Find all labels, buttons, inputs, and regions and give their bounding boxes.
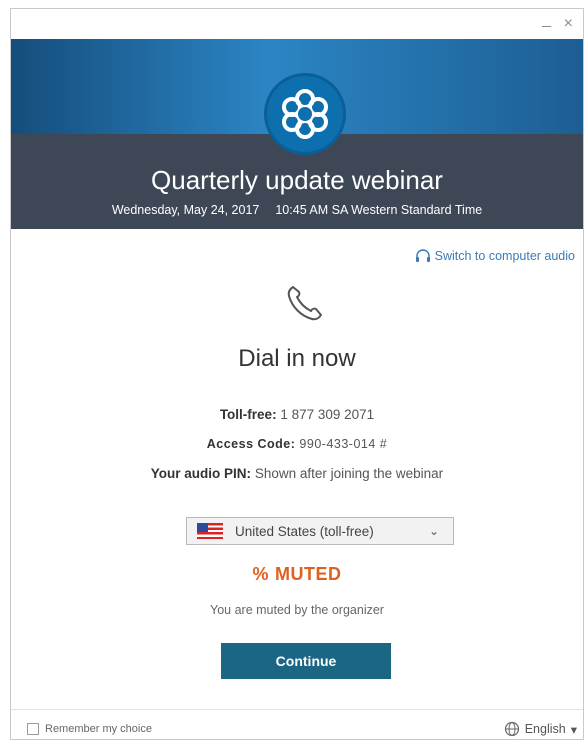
dialog-window: _ × Quarterly update webinar Wednesday, … — [10, 8, 584, 740]
muted-subtext: You are muted by the organizer — [210, 603, 384, 617]
toll-free-row: Toll-free: 1 877 309 2071 — [11, 407, 583, 422]
continue-button[interactable]: Continue — [221, 643, 391, 679]
country-dropdown[interactable]: United States (toll-free) ⌄ — [186, 517, 454, 545]
audio-pin-value: Shown after joining the webinar — [254, 466, 444, 481]
muted-label: MUTED — [275, 564, 342, 584]
webinar-banner: Quarterly update webinar Wednesday, May … — [11, 39, 583, 229]
switch-to-computer-audio-link[interactable]: Switch to computer audio — [415, 249, 575, 263]
access-code-row: Access Code: 990-433-014 # — [11, 437, 583, 451]
webinar-datetime: Wednesday, May 24, 2017 10:45 AM SA Weste… — [11, 203, 583, 217]
country-selected-value: United States (toll-free) — [235, 523, 374, 539]
access-code-label: Access Code: — [206, 437, 296, 451]
checkbox-box[interactable] — [27, 723, 39, 735]
language-label: English — [524, 722, 566, 736]
caret-down-icon: ▾ — [570, 722, 577, 737]
switch-audio-label: Switch to computer audio — [434, 249, 575, 263]
webinar-title: Quarterly update webinar — [151, 165, 443, 195]
language-selector[interactable]: English ▾ — [504, 721, 577, 737]
flower-logo-icon — [267, 76, 343, 152]
close-button[interactable]: × — [564, 15, 573, 33]
chevron-down-icon: ⌄ — [428, 524, 439, 538]
audio-pin-label: Your audio PIN: — [150, 466, 252, 481]
toll-free-label: Toll-free: — [219, 407, 277, 422]
phone-icon — [287, 286, 322, 321]
toll-free-number: 1 877 309 2071 — [280, 407, 375, 422]
access-code-value: 990-433-014 # — [299, 437, 388, 451]
audio-pin-row: Your audio PIN: Shown after joining the … — [11, 466, 583, 481]
headset-icon — [415, 249, 430, 262]
muted-status: % MUTED — [11, 564, 583, 585]
minimize-button[interactable]: _ — [542, 11, 551, 29]
percent-muted-icon: % — [252, 564, 269, 584]
title-bar: _ × — [11, 9, 583, 39]
footer-divider — [11, 709, 583, 710]
globe-icon — [504, 721, 519, 737]
remember-choice-label: Remember my choice — [45, 723, 152, 735]
us-flag-icon — [197, 523, 223, 539]
webinar-time: 10:45 AM SA Western Standard Time — [275, 203, 483, 217]
dial-in-heading: Dial in now — [238, 345, 356, 372]
remember-choice-checkbox[interactable]: Remember my choice — [27, 723, 152, 735]
webinar-date: Wednesday, May 24, 2017 — [111, 203, 260, 217]
